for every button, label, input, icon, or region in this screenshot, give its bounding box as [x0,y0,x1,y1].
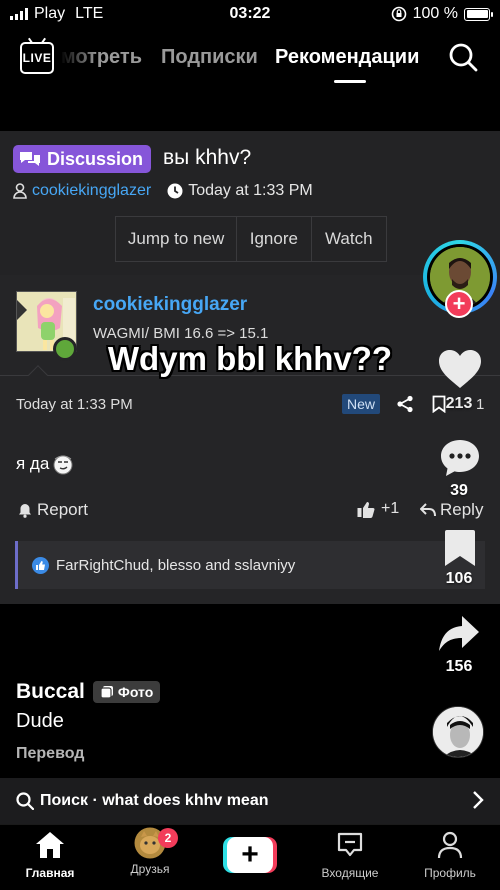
new-badge: New [342,394,381,414]
profile-icon [437,831,463,859]
sound-avatar[interactable] [432,706,484,758]
plus-icon: + [227,837,273,873]
like-post-button[interactable]: +1 [357,500,399,518]
translate-link[interactable]: Перевод [16,745,84,763]
orientation-lock-icon [391,6,406,22]
search-icon [16,792,34,810]
tab-recommendations[interactable]: Рекомендации [275,46,419,69]
reply-button[interactable]: Reply [420,500,483,520]
bell-icon [19,503,31,518]
comment-icon[interactable] [439,438,481,478]
video-description: Dude [16,710,64,732]
report-button[interactable]: Report [18,500,88,520]
liked-by-names[interactable]: FarRightChud, blesso and sslavniyy [56,557,295,574]
post-body: я да [16,453,74,475]
battery-percent: 100 % [412,5,458,22]
follow-button[interactable]: + [445,290,473,318]
chevron-right-icon [473,791,484,809]
tab-subscriptions[interactable]: Подписки [161,46,258,69]
jump-to-new-button[interactable]: Jump to new [116,217,238,261]
top-navigation: LIVE мотреть Подписки Рекомендации [0,38,500,88]
search-icon[interactable] [448,42,478,72]
chat-bubbles-icon [20,152,40,166]
thread-time: Today at 1:33 PM [188,182,313,199]
live-icon[interactable]: LIVE [20,42,54,74]
reply-arrow-icon [420,503,436,517]
favorite-bookmark-icon[interactable] [444,528,476,568]
battery-icon [464,7,493,21]
user-icon [13,183,27,199]
share-icon[interactable] [396,395,414,413]
tab-inbox[interactable]: Входящие [310,831,390,880]
like-reaction-icon [32,556,49,574]
smirk-emoji-icon [53,455,73,475]
ignore-button[interactable]: Ignore [237,217,312,261]
save-count: 106 [445,570,473,587]
comment-count: 39 [450,482,468,499]
tab-watch[interactable]: мотреть [60,46,142,72]
share-count: 156 [445,658,473,675]
thumbs-up-icon [357,501,375,518]
post-date[interactable]: Today at 1:33 PM [16,396,133,413]
photo-stack-icon [100,686,113,699]
home-icon [36,832,64,858]
tab-profile[interactable]: Профиль [410,831,490,880]
status-bar: Play LTE 03:22 100 % [0,0,500,30]
poster-username[interactable]: cookiekingglazer [93,294,247,316]
discussion-badge: Discussion [13,145,152,173]
tab-friends[interactable]: Друзья [110,827,190,876]
photo-tag: Фото [92,681,161,703]
create-button[interactable]: + [223,837,277,873]
thread-meta: cookiekingglazer Today at 1:33 PM [13,182,313,200]
thread-title: вы khhv? [163,146,252,169]
watch-button[interactable]: Watch [312,217,386,261]
friends-notification-badge: 2 [158,828,178,848]
heart-icon[interactable] [438,349,482,389]
bottom-tab-bar: Главная Друзья + Входящие Профиль [0,824,500,890]
active-tab-indicator [334,80,366,83]
video-author[interactable]: Buccal Фото [16,680,161,704]
inbox-icon [337,832,363,857]
share-arrow-icon[interactable] [438,614,480,654]
thread-author-link[interactable]: cookiekingglazer [32,182,151,200]
liked-by-box: FarRightChud, blesso and sslavniyy [15,541,485,589]
like-count: 213 [445,395,473,412]
search-suggestion-bar[interactable]: Поиск · what does khhv mean [0,778,500,824]
video-caption-overlay: Wdym bbl khhv?? [107,340,393,377]
thread-actions: Jump to new Ignore Watch [115,216,387,262]
clock-icon [167,183,183,199]
tab-home[interactable]: Главная [10,831,90,880]
